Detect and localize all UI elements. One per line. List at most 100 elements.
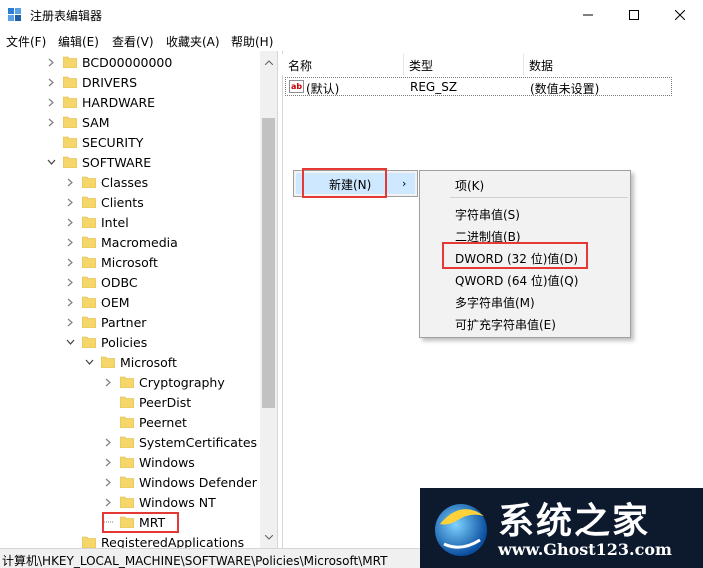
table-row[interactable]: ab (默认) REG_SZ (数值未设置) bbox=[285, 77, 672, 96]
folder-icon bbox=[62, 56, 78, 69]
highlight-outline-new bbox=[302, 168, 387, 198]
submenu-item-key[interactable]: 项(K) bbox=[455, 177, 484, 194]
tree-item[interactable]: DRIVERS bbox=[45, 72, 137, 92]
tree-item[interactable]: Policies bbox=[64, 332, 147, 352]
tree-item-label: Intel bbox=[101, 214, 129, 230]
tree-item[interactable]: OEM bbox=[64, 292, 130, 312]
maximize-button[interactable] bbox=[611, 0, 657, 30]
folder-icon bbox=[119, 376, 135, 389]
chevron-down-icon[interactable] bbox=[83, 356, 95, 368]
tree-item-label: Policies bbox=[101, 334, 148, 350]
chevron-right-icon[interactable] bbox=[45, 56, 57, 68]
tree-item[interactable]: HARDWARE bbox=[45, 92, 155, 112]
tree-scroll-up-button[interactable] bbox=[262, 55, 275, 69]
window-title: 注册表编辑器 bbox=[30, 9, 103, 23]
watermark: 系统之家 www.Ghost123.com bbox=[420, 488, 703, 568]
tree-item[interactable]: SAM bbox=[45, 112, 110, 132]
chevron-right-icon[interactable] bbox=[64, 216, 76, 228]
folder-icon bbox=[81, 196, 97, 209]
menu-help[interactable]: 帮助(H) bbox=[231, 33, 273, 50]
folder-icon bbox=[81, 176, 97, 189]
menu-edit[interactable]: 编辑(E) bbox=[58, 33, 99, 50]
tree-item[interactable]: Microsoft bbox=[64, 252, 158, 272]
highlight-outline-mrt bbox=[102, 512, 179, 533]
chevron-right-icon[interactable] bbox=[64, 316, 76, 328]
chevron-down-icon[interactable] bbox=[64, 336, 76, 348]
value-name: (默认) bbox=[306, 82, 340, 96]
tree-item[interactable]: Windows bbox=[102, 452, 195, 472]
chevron-right-icon[interactable] bbox=[102, 376, 114, 388]
chevron-right-icon[interactable] bbox=[64, 276, 76, 288]
chevron-right-icon[interactable] bbox=[64, 196, 76, 208]
tree-item[interactable]: Microsoft bbox=[83, 352, 177, 372]
chevron-right-icon[interactable] bbox=[64, 296, 76, 308]
folder-icon bbox=[81, 296, 97, 309]
tree-item[interactable]: Classes bbox=[64, 172, 148, 192]
tree-item[interactable]: Clients bbox=[64, 192, 144, 212]
tree-item-label: Cryptography bbox=[139, 374, 225, 390]
close-button[interactable] bbox=[657, 0, 703, 30]
tree-item[interactable]: Intel bbox=[64, 212, 129, 232]
folder-icon bbox=[81, 336, 97, 349]
column-header-type[interactable]: 类型 bbox=[409, 57, 433, 74]
folder-icon bbox=[119, 396, 135, 409]
folder-icon bbox=[81, 256, 97, 269]
tree-item[interactable]: Partner bbox=[64, 312, 146, 332]
chevron-down-icon bbox=[264, 534, 273, 540]
tree-item[interactable]: Macromedia bbox=[64, 232, 178, 252]
chevron-down-icon[interactable] bbox=[45, 156, 57, 168]
chevron-right-icon[interactable] bbox=[45, 116, 57, 128]
chevron-right-icon[interactable] bbox=[64, 176, 76, 188]
menu-file[interactable]: 文件(F) bbox=[6, 33, 46, 50]
tree-item[interactable]: SECURITY bbox=[45, 132, 143, 152]
tree-scrollbar-thumb[interactable] bbox=[262, 118, 275, 408]
status-path: 计算机\HKEY_LOCAL_MACHINE\SOFTWARE\Policies… bbox=[2, 554, 388, 568]
column-header: 名称 类型 数据 bbox=[282, 54, 703, 75]
chevron-right-icon[interactable] bbox=[64, 236, 76, 248]
column-separator[interactable] bbox=[523, 54, 524, 75]
folder-icon bbox=[119, 496, 135, 509]
title-bar: 注册表编辑器 bbox=[0, 0, 703, 30]
chevron-right-icon: › bbox=[402, 177, 407, 190]
chevron-right-icon[interactable] bbox=[102, 436, 114, 448]
submenu-item-expandable-string[interactable]: 可扩充字符串值(E) bbox=[455, 316, 556, 333]
tree-item[interactable]: Cryptography bbox=[102, 372, 225, 392]
chevron-right-icon[interactable] bbox=[45, 96, 57, 108]
chevron-right-icon[interactable] bbox=[102, 476, 114, 488]
tree-item-label: Windows Defender bbox=[139, 474, 257, 490]
chevron-right-icon[interactable] bbox=[102, 496, 114, 508]
tree-item-label: SOFTWARE bbox=[82, 154, 152, 170]
folder-icon bbox=[119, 456, 135, 469]
submenu-item-multi-string[interactable]: 多字符串值(M) bbox=[455, 294, 535, 311]
tree-item[interactable]: PeerDist bbox=[102, 392, 191, 412]
chevron-right-icon[interactable] bbox=[64, 256, 76, 268]
folder-icon bbox=[62, 116, 78, 129]
submenu-item-qword[interactable]: QWORD (64 位)值(Q) bbox=[455, 272, 578, 289]
chevron-right-icon[interactable] bbox=[102, 456, 114, 468]
minimize-button[interactable] bbox=[565, 0, 611, 30]
folder-icon bbox=[62, 96, 78, 109]
tree-item[interactable]: ODBC bbox=[64, 272, 138, 292]
tree-item-label: Peernet bbox=[139, 414, 187, 430]
tree-item[interactable]: Peernet bbox=[102, 412, 187, 432]
column-header-name[interactable]: 名称 bbox=[288, 57, 312, 74]
tree-item[interactable]: SystemCertificates bbox=[102, 432, 257, 452]
column-header-data[interactable]: 数据 bbox=[529, 57, 553, 74]
submenu-item-string[interactable]: 字符串值(S) bbox=[455, 206, 520, 223]
tree-item-label: SystemCertificates bbox=[139, 434, 258, 450]
tree-item[interactable]: Windows NT bbox=[102, 492, 216, 512]
menu-favorites[interactable]: 收藏夹(A) bbox=[166, 33, 220, 50]
string-value-icon: ab bbox=[289, 80, 304, 93]
menu-view[interactable]: 查看(V) bbox=[112, 33, 154, 50]
folder-icon bbox=[119, 476, 135, 489]
close-icon bbox=[675, 10, 685, 20]
tree-item-label: SAM bbox=[82, 114, 110, 130]
chevron-right-icon[interactable] bbox=[45, 76, 57, 88]
folder-icon bbox=[62, 156, 78, 169]
tree-item[interactable]: Windows Defender bbox=[102, 472, 257, 492]
tree-item[interactable]: BCD00000000 bbox=[45, 52, 172, 72]
value-type: REG_SZ bbox=[410, 80, 458, 94]
tree-item[interactable]: SOFTWARE bbox=[45, 152, 151, 172]
tree-scroll-down-button[interactable] bbox=[262, 530, 275, 544]
column-separator[interactable] bbox=[403, 54, 404, 75]
